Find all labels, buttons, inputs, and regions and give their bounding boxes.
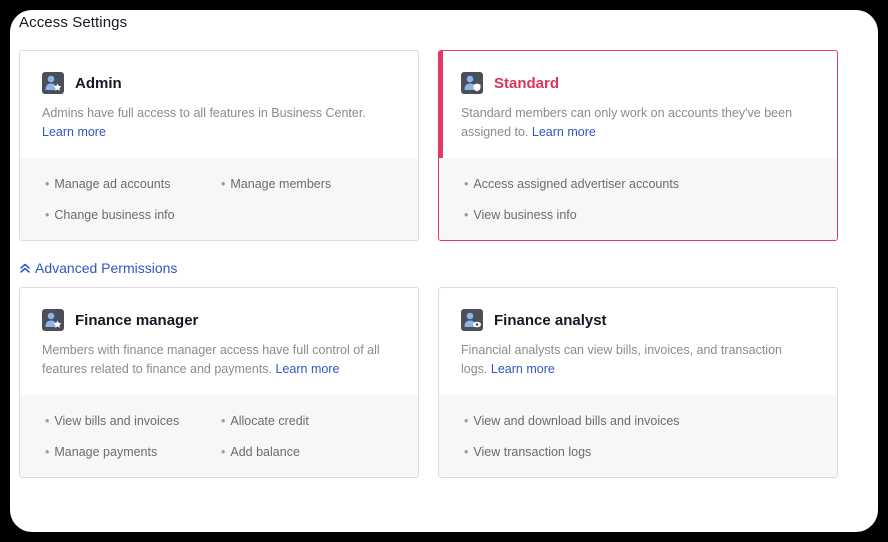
section-title: Access Settings — [19, 14, 128, 31]
permission-item: View business info — [464, 208, 576, 222]
learn-more-link[interactable]: Learn more — [276, 362, 340, 376]
learn-more-link[interactable]: Learn more — [42, 125, 106, 139]
permission-item: Manage ad accounts — [45, 177, 170, 191]
card-title: Standard — [494, 74, 560, 92]
user-shield-icon — [461, 72, 483, 94]
card-title: Finance analyst — [494, 311, 607, 329]
permission-item: View transaction logs — [464, 445, 591, 459]
permissions-list: View bills and invoices Allocate credit … — [20, 395, 418, 477]
permission-item: View bills and invoices — [45, 414, 179, 428]
role-card-finance-manager[interactable]: Finance manager Members with finance man… — [19, 287, 419, 478]
advanced-permissions-label: Advanced Permissions — [35, 260, 178, 276]
card-header: Finance analyst — [461, 309, 607, 331]
description-text: Admins have full access to all features … — [42, 106, 366, 120]
permission-item: Add balance — [221, 445, 300, 459]
user-eye-icon — [461, 309, 483, 331]
card-header: Admin — [42, 72, 122, 94]
chevron-double-up-icon — [20, 263, 30, 273]
card-description: Financial analysts can view bills, invoi… — [461, 341, 811, 379]
permission-item: Access assigned advertiser accounts — [464, 177, 679, 191]
role-card-standard[interactable]: Standard Standard members can only work … — [438, 50, 838, 241]
role-card-finance-analyst[interactable]: Finance analyst Financial analysts can v… — [438, 287, 838, 478]
role-card-admin[interactable]: Admin Admins have full access to all fea… — [19, 50, 419, 241]
description-text: Standard members can only work on accoun… — [461, 106, 793, 139]
permission-item: Manage payments — [45, 445, 157, 459]
advanced-permissions-toggle[interactable]: Advanced Permissions — [19, 260, 177, 276]
card-header: Standard — [461, 72, 559, 94]
card-description: Standard members can only work on accoun… — [461, 104, 811, 142]
learn-more-link[interactable]: Learn more — [491, 362, 555, 376]
access-settings-panel: Access Settings Admin Admins have full a… — [10, 10, 878, 532]
permission-item: Allocate credit — [221, 414, 309, 428]
permission-item: Change business info — [45, 208, 174, 222]
user-star-icon — [42, 309, 64, 331]
card-title: Admin — [75, 74, 122, 92]
permissions-list: Access assigned advertiser accounts View… — [439, 158, 837, 240]
learn-more-link[interactable]: Learn more — [532, 125, 596, 139]
permission-item: View and download bills and invoices — [464, 414, 679, 428]
card-description: Admins have full access to all features … — [42, 104, 392, 142]
permission-item: Manage members — [221, 177, 331, 191]
card-title: Finance manager — [75, 311, 199, 329]
permissions-list: Manage ad accounts Manage members Change… — [20, 158, 418, 240]
card-header: Finance manager — [42, 309, 198, 331]
user-star-icon — [42, 72, 64, 94]
card-description: Members with finance manager access have… — [42, 341, 392, 379]
permissions-list: View and download bills and invoices Vie… — [439, 395, 837, 477]
